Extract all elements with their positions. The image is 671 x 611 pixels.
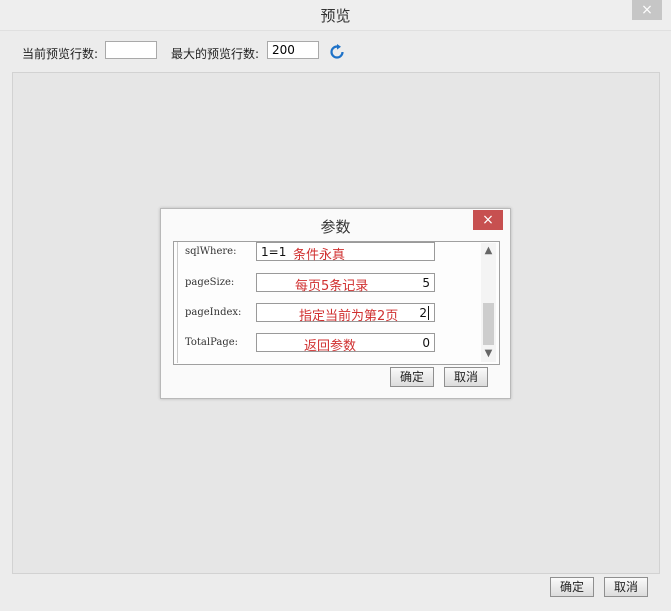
parameter-scrollbar[interactable]: ▲ ▼ xyxy=(481,243,496,362)
param-row-pagesize: pageSize: 每页5条记录 5 xyxy=(178,273,478,294)
scroll-up-icon[interactable]: ▲ xyxy=(483,246,494,256)
param-annotation: 条件永真 xyxy=(293,248,346,263)
window-title: 预览 xyxy=(320,7,351,25)
max-rows-label: 最大的预览行数: xyxy=(171,47,260,61)
scroll-down-icon[interactable]: ▼ xyxy=(483,349,494,359)
param-value: 5 xyxy=(422,276,430,290)
param-annotation: 指定当前为第2页 xyxy=(299,309,399,324)
param-name: sqlWhere: xyxy=(185,246,237,257)
param-row-totalpage: TotalPage: 返回参数 0 xyxy=(178,333,478,354)
param-name: pageSize: xyxy=(185,277,235,288)
cancel-button[interactable]: 取消 xyxy=(604,577,648,597)
window-titlebar: 预览 × xyxy=(0,0,671,31)
param-value: 2 xyxy=(419,306,429,320)
param-row-sqlwhere: sqlWhere: 1=1 条件永真 xyxy=(178,242,478,263)
param-value-field[interactable]: 1=1 条件永真 xyxy=(256,242,435,263)
param-value: 1=1 xyxy=(261,245,287,259)
param-value: 0 xyxy=(422,336,430,350)
parameter-list: sqlWhere: 1=1 条件永真 pageSize: 每页5条记录 5 pa… xyxy=(173,241,500,365)
dialog-cancel-button[interactable]: 取消 xyxy=(444,367,488,387)
scroll-thumb[interactable] xyxy=(483,303,494,345)
parameter-dialog: 参数 × sqlWhere: 1=1 条件永真 pageSize: 每页5条记录… xyxy=(160,208,511,399)
preview-toolbar: 当前预览行数: 最大的预览行数: xyxy=(0,38,671,66)
param-annotation: 每页5条记录 xyxy=(295,279,369,294)
dialog-close-button[interactable]: × xyxy=(473,210,503,230)
dialog-ok-button[interactable]: 确定 xyxy=(390,367,434,387)
current-rows-label: 当前预览行数: xyxy=(22,47,99,61)
window-close-button[interactable]: × xyxy=(632,0,662,20)
param-value-field[interactable]: 指定当前为第2页 2 xyxy=(256,303,435,324)
param-row-pageindex: pageIndex: 指定当前为第2页 2 xyxy=(178,303,478,324)
ok-button[interactable]: 确定 xyxy=(550,577,594,597)
max-rows-input[interactable] xyxy=(267,41,319,59)
param-name: pageIndex: xyxy=(185,307,242,318)
current-rows-input[interactable] xyxy=(105,41,157,59)
param-name: TotalPage: xyxy=(185,337,239,348)
param-value-field[interactable]: 每页5条记录 5 xyxy=(256,273,435,294)
parameter-list-viewport: sqlWhere: 1=1 条件永真 pageSize: 每页5条记录 5 pa… xyxy=(177,242,480,363)
param-annotation: 返回参数 xyxy=(304,339,357,354)
refresh-icon[interactable] xyxy=(329,44,345,60)
param-value-field[interactable]: 返回参数 0 xyxy=(256,333,435,354)
dialog-title: 参数 xyxy=(320,218,351,236)
